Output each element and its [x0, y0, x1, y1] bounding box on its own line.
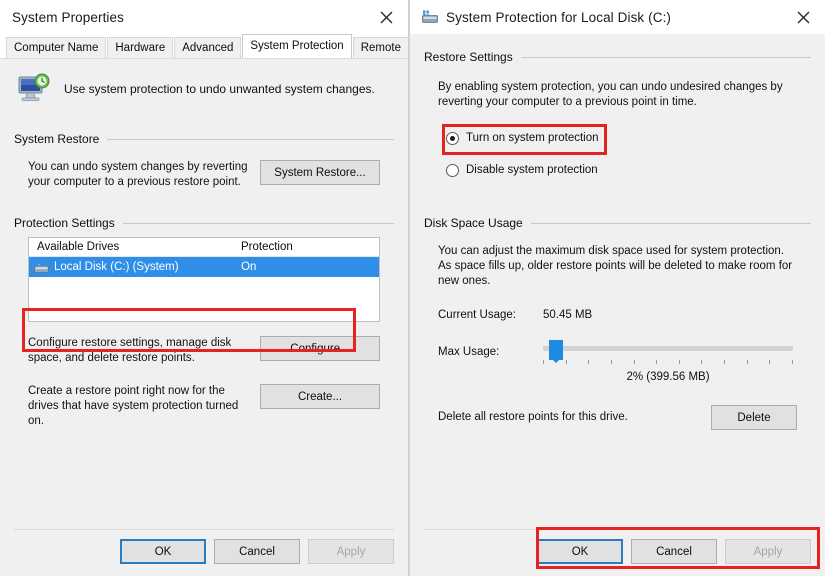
radio-disable-system-protection[interactable]: Disable system protection — [446, 160, 797, 180]
right-titlebar: System Protection for Local Disk (C:) — [410, 0, 825, 34]
right-apply-button: Apply — [725, 539, 811, 564]
system-restore-group: System Restore You can undo system chang… — [14, 132, 394, 190]
system-protection-tab-page: Use system protection to undo unwanted s… — [0, 58, 408, 529]
system-restore-body: You can undo system changes by reverting… — [14, 146, 394, 190]
right-cancel-button[interactable]: Cancel — [631, 539, 717, 564]
left-titlebar: System Properties — [0, 0, 408, 34]
max-usage-slider[interactable] — [543, 339, 793, 365]
slider-track — [543, 346, 793, 351]
system-protection-window: System Protection for Local Disk (C:) Re… — [409, 0, 825, 576]
system-protection-icon — [16, 73, 52, 110]
system-restore-row: You can undo system changes by reverting… — [28, 160, 380, 190]
disk-space-usage-group-title: Disk Space Usage — [424, 216, 523, 230]
footer-divider — [14, 529, 394, 530]
left-apply-button: Apply — [308, 539, 394, 564]
group-rule — [520, 56, 811, 58]
listbox-header: Available Drives Protection — [29, 238, 379, 257]
current-usage-value: 50.45 MB — [543, 309, 593, 321]
left-ok-button[interactable]: OK — [120, 539, 206, 564]
right-content-area: Restore Settings By enabling system prot… — [410, 34, 825, 529]
left-close-button[interactable] — [364, 0, 408, 34]
restore-settings-group: Restore Settings By enabling system prot… — [424, 50, 811, 180]
column-available-drives: Available Drives — [37, 241, 120, 253]
restore-settings-group-title: Restore Settings — [424, 50, 513, 64]
protection-settings-group-title: Protection Settings — [14, 216, 115, 230]
protection-settings-group: Protection Settings Available Drives Pro… — [14, 216, 394, 429]
restore-settings-description: By enabling system protection, you can u… — [438, 81, 783, 108]
delete-button[interactable]: Delete — [711, 405, 797, 430]
restore-settings-body: By enabling system protection, you can u… — [424, 64, 811, 180]
disk-space-usage-group: Disk Space Usage You can adjust the maxi… — [424, 216, 811, 430]
system-restore-group-header: System Restore — [14, 132, 394, 146]
left-footer: OK Cancel Apply — [0, 529, 408, 576]
intro-row: Use system protection to undo unwanted s… — [0, 59, 408, 110]
drive-cell: Local Disk (C:) (System) — [29, 261, 241, 274]
right-footer: OK Cancel Apply — [410, 529, 825, 576]
protection-settings-group-header: Protection Settings — [14, 216, 394, 230]
restore-settings-group-header: Restore Settings — [424, 50, 811, 64]
system-restore-group-title: System Restore — [14, 132, 100, 146]
create-description: Create a restore point right now for the… — [28, 385, 239, 427]
configure-description: Configure restore settings, manage disk … — [28, 337, 232, 364]
system-restore-button[interactable]: System Restore... — [260, 160, 380, 185]
delete-restore-points-row: Delete all restore points for this drive… — [438, 405, 797, 430]
tab-strip: Computer Name Hardware Advanced System P… — [0, 34, 408, 58]
radio-filled-icon — [446, 131, 459, 145]
max-usage-row: Max Usage: — [438, 339, 797, 365]
footer-divider — [424, 529, 811, 530]
create-button[interactable]: Create... — [260, 384, 380, 409]
group-rule — [107, 138, 394, 140]
radio-turn-on-system-protection[interactable]: Turn on system protection — [446, 128, 797, 148]
drive-protection-state: On — [241, 261, 257, 273]
tab-remote[interactable]: Remote — [352, 37, 408, 58]
tab-computer-name[interactable]: Computer Name — [6, 37, 107, 58]
table-row[interactable]: Local Disk (C:) (System) On — [29, 257, 379, 277]
configure-button[interactable]: Configure... — [260, 336, 380, 361]
intro-text: Use system protection to undo unwanted s… — [64, 82, 375, 96]
right-ok-button[interactable]: OK — [537, 539, 623, 564]
drive-name: Local Disk (C:) (System) — [54, 261, 179, 273]
radio-disable-label: Disable system protection — [466, 164, 598, 176]
radio-empty-icon — [446, 163, 459, 177]
disk-space-usage-description: You can adjust the maximum disk space us… — [438, 245, 793, 287]
available-drives-listbox[interactable]: Available Drives Protection Local Disk (… — [28, 237, 380, 322]
tab-system-protection[interactable]: System Protection — [242, 34, 352, 58]
slider-ticks — [543, 360, 793, 365]
disk-space-usage-group-header: Disk Space Usage — [424, 216, 811, 230]
tab-advanced[interactable]: Advanced — [174, 37, 242, 58]
create-row: Create a restore point right now for the… — [28, 384, 380, 429]
group-rule — [122, 222, 394, 224]
left-window-title: System Properties — [12, 9, 124, 25]
disk-space-usage-body: You can adjust the maximum disk space us… — [424, 230, 811, 430]
max-usage-value: 2% (399.56 MB) — [626, 371, 710, 383]
current-usage-row: Current Usage: 50.45 MB — [438, 309, 797, 321]
slider-thumb[interactable] — [549, 340, 563, 363]
hard-drive-icon — [34, 261, 49, 274]
configure-row: Configure restore settings, manage disk … — [28, 336, 380, 366]
column-protection: Protection — [241, 241, 293, 253]
protection-settings-body: Available Drives Protection Local Disk (… — [14, 237, 394, 429]
system-restore-description: You can undo system changes by reverting… — [28, 161, 248, 188]
left-cancel-button[interactable]: Cancel — [214, 539, 300, 564]
max-usage-label: Max Usage: — [438, 346, 500, 358]
right-window-title: System Protection for Local Disk (C:) — [446, 9, 672, 25]
screen: System Properties Computer Name Hardware… — [0, 0, 825, 576]
close-icon — [797, 11, 809, 23]
right-close-button[interactable] — [781, 0, 825, 34]
system-properties-window: System Properties Computer Name Hardware… — [0, 0, 409, 576]
current-usage-label: Current Usage: — [438, 309, 516, 321]
radio-turn-on-label: Turn on system protection — [466, 132, 599, 144]
close-icon — [380, 11, 392, 23]
tab-hardware[interactable]: Hardware — [107, 37, 174, 58]
hard-drive-icon — [422, 10, 438, 24]
delete-description: Delete all restore points for this drive… — [438, 411, 628, 423]
group-rule — [530, 222, 811, 224]
